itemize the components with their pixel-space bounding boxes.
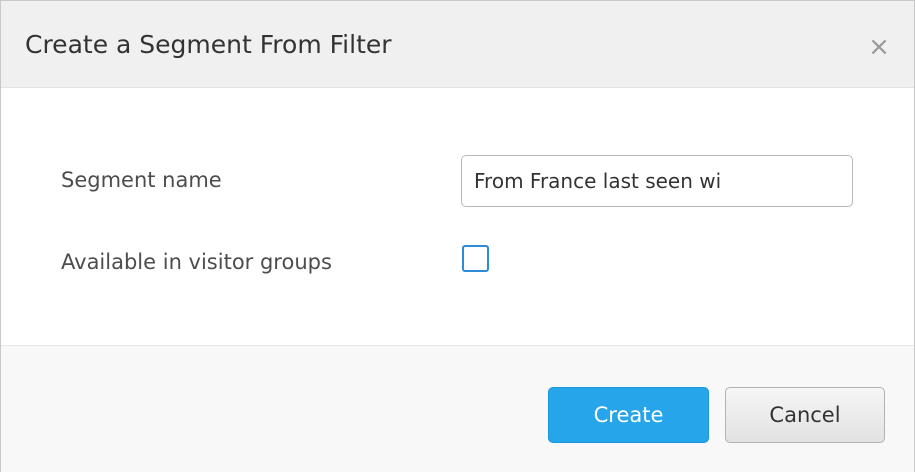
create-button[interactable]: Create [548,387,709,443]
visitor-groups-label: Available in visitor groups [61,250,332,274]
dialog-title: Create a Segment From Filter [25,30,392,59]
visitor-groups-checkbox[interactable] [462,245,489,272]
dialog-header: Create a Segment From Filter × [1,1,914,88]
close-icon[interactable]: × [863,31,895,63]
segment-name-label: Segment name [61,168,222,192]
segment-name-input[interactable] [461,155,853,207]
cancel-button[interactable]: Cancel [725,387,885,443]
create-segment-dialog: Create a Segment From Filter × Segment n… [0,0,915,472]
